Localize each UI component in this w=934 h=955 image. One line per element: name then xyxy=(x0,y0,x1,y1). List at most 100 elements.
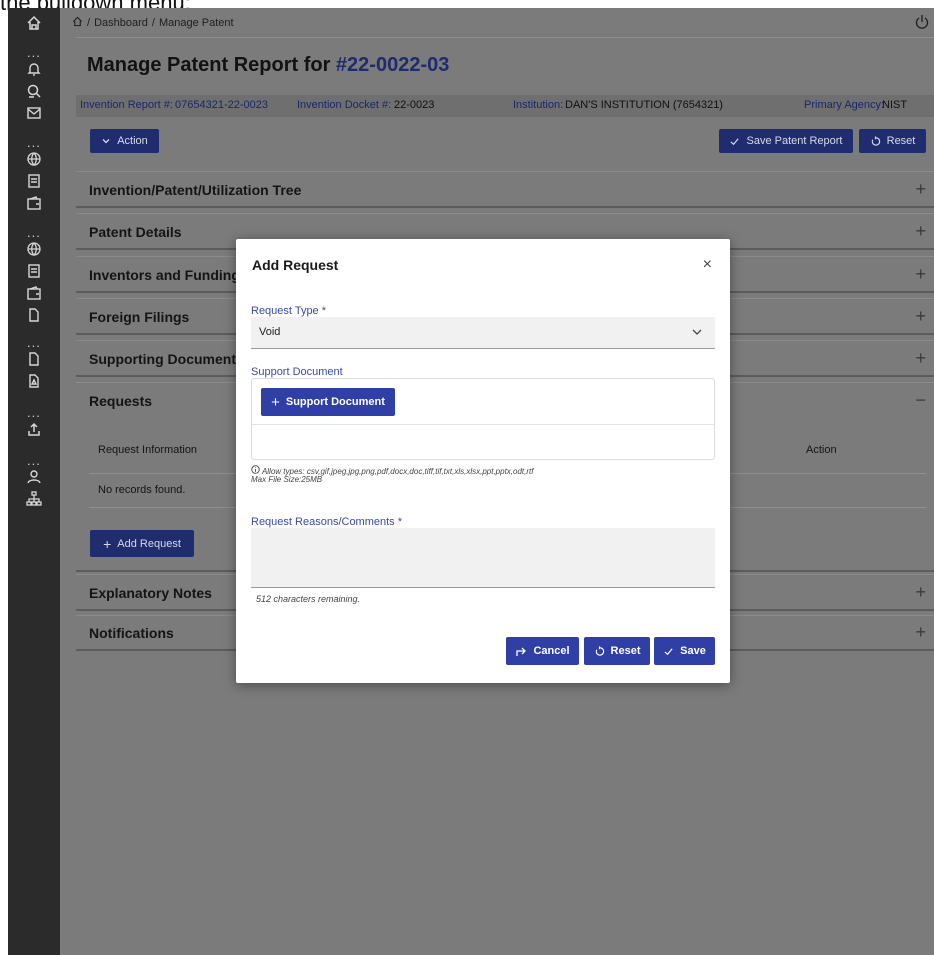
document-icon[interactable] xyxy=(25,262,43,280)
wallet-icon[interactable] xyxy=(25,284,43,302)
plus-icon: + xyxy=(271,393,280,411)
check-icon xyxy=(730,137,740,145)
panel-title: Supporting Documents xyxy=(89,351,244,367)
max-file-size-text: Max File Size:25MB xyxy=(251,475,323,484)
divider xyxy=(76,37,934,38)
redirect-arrow-icon xyxy=(516,647,527,656)
agency-label: Primary Agency: xyxy=(804,99,885,111)
expand-icon[interactable]: + xyxy=(915,583,926,601)
modal-save-label: Save xyxy=(680,645,706,657)
reset-button[interactable]: Reset xyxy=(859,129,926,153)
panel-title: Explanatory Notes xyxy=(89,585,212,601)
sidebar-more-dots[interactable]: ... xyxy=(27,136,41,149)
report-info-bar: Invention Report #: 07654321-22-0023 Inv… xyxy=(76,95,934,117)
request-type-select[interactable]: Void xyxy=(251,317,715,349)
invention-report-value: 07654321-22-0023 xyxy=(175,99,268,111)
request-type-label: Request Type * xyxy=(251,305,327,317)
sidebar-more-dots[interactable]: ... xyxy=(27,454,41,467)
divider xyxy=(252,424,714,425)
reset-icon xyxy=(871,135,880,146)
sidebar-more-dots[interactable]: ... xyxy=(27,226,41,239)
panel-title: Requests xyxy=(89,393,153,409)
sidebar-more-dots[interactable]: ... xyxy=(27,46,41,59)
page-title-prefix: Manage Patent Report for xyxy=(87,54,331,76)
cancel-button[interactable]: Cancel xyxy=(506,637,579,665)
institution-label: Institution: xyxy=(513,99,564,111)
panel-title: Invention/Patent/Utilization Tree xyxy=(89,182,302,198)
request-reasons-textarea[interactable] xyxy=(251,528,715,588)
modal-title: Add Request xyxy=(252,257,339,273)
reset-label: Reset xyxy=(886,135,916,147)
cancel-label: Cancel xyxy=(533,645,570,657)
sidebar-more-dots[interactable]: ... xyxy=(27,406,41,419)
breadcrumb-separator: / xyxy=(151,17,155,29)
save-patent-report-label: Save Patent Report xyxy=(746,135,843,147)
support-document-box: + Support Document xyxy=(251,378,715,460)
expand-icon[interactable]: + xyxy=(915,265,926,283)
modal-save-button[interactable]: Save xyxy=(654,637,715,665)
invention-report-label: Invention Report #: xyxy=(80,99,173,111)
support-document-label: Support Document xyxy=(251,366,343,378)
reset-icon xyxy=(595,645,604,656)
sidebar-more-dots[interactable]: ... xyxy=(27,336,41,349)
support-document-button-label: Support Document xyxy=(285,396,385,408)
agency-value: NIST xyxy=(882,99,908,111)
save-patent-report-button[interactable]: Save Patent Report xyxy=(719,129,853,153)
close-icon[interactable]: × xyxy=(703,256,712,274)
modal-reset-button[interactable]: Reset xyxy=(584,637,650,665)
empty-records-text: No records found. xyxy=(98,484,186,496)
mail-icon[interactable] xyxy=(25,104,43,122)
pdf-icon[interactable] xyxy=(25,372,43,390)
characters-remaining-text: 512 characters remaining. xyxy=(256,594,361,604)
panel-title: Foreign Filings xyxy=(89,309,190,325)
search-icon[interactable] xyxy=(25,82,43,100)
home-icon[interactable] xyxy=(72,16,83,30)
expand-icon[interactable]: + xyxy=(915,623,926,641)
breadcrumb: / Dashboard / Manage Patent xyxy=(72,16,234,30)
org-chart-icon[interactable] xyxy=(25,490,43,508)
panel-title: Patent Details xyxy=(89,224,182,240)
panel-title: Notifications xyxy=(89,625,174,641)
home-icon[interactable] xyxy=(25,14,43,32)
docket-value: 22-0023 xyxy=(394,99,435,111)
page-title-id: #22-0022-03 xyxy=(335,54,450,76)
action-dropdown-button[interactable]: Action xyxy=(90,129,159,153)
add-support-document-button[interactable]: + Support Document xyxy=(261,388,395,416)
action-label: Action xyxy=(117,135,148,147)
breadcrumb-separator: / xyxy=(87,17,91,29)
info-icon xyxy=(251,465,260,474)
upload-icon[interactable] xyxy=(25,420,43,438)
add-request-label: Add Request xyxy=(117,537,181,550)
chevron-down-icon xyxy=(102,139,110,144)
request-reasons-label: Request Reasons/Comments * xyxy=(251,516,403,528)
plus-icon: + xyxy=(103,535,112,552)
globe-icon[interactable] xyxy=(25,150,43,168)
collapse-icon[interactable]: − xyxy=(915,391,926,409)
docket-label: Invention Docket #: xyxy=(297,99,392,111)
page-title: Manage Patent Report for #22-0022-03 xyxy=(87,54,449,77)
panel-invention-tree[interactable]: Invention/Patent/Utilization Tree + xyxy=(76,171,934,208)
breadcrumb-dashboard-link[interactable]: Dashboard xyxy=(94,17,148,29)
panel-title: Inventors and Fundings xyxy=(89,267,248,283)
expand-icon[interactable]: + xyxy=(915,349,926,367)
breadcrumb-current: Manage Patent xyxy=(158,17,234,29)
wallet-icon[interactable] xyxy=(25,194,43,212)
user-icon[interactable] xyxy=(25,468,43,486)
sidebar: ... ... ... ... ... ... xyxy=(8,8,60,955)
column-header-action: Action xyxy=(806,444,837,456)
file-icon[interactable] xyxy=(25,350,43,368)
power-icon[interactable] xyxy=(914,14,930,35)
expand-icon[interactable]: + xyxy=(915,222,926,240)
add-request-button[interactable]: + Add Request xyxy=(90,530,194,557)
globe-icon[interactable] xyxy=(25,240,43,258)
expand-icon[interactable]: + xyxy=(915,307,926,325)
file-icon[interactable] xyxy=(25,306,43,324)
expand-icon[interactable]: + xyxy=(915,180,926,198)
chevron-down-icon xyxy=(692,329,702,335)
column-header-request-info: Request Information xyxy=(98,444,198,456)
institution-value: DAN'S INSTITUTION (7654321) xyxy=(565,99,723,111)
app-frame: ... ... ... ... ... ... / Dashboard / Ma… xyxy=(8,8,934,955)
add-request-modal: Add Request × Request Type * Void Suppor… xyxy=(236,239,730,683)
bell-icon[interactable] xyxy=(25,60,43,78)
document-icon[interactable] xyxy=(25,172,43,190)
